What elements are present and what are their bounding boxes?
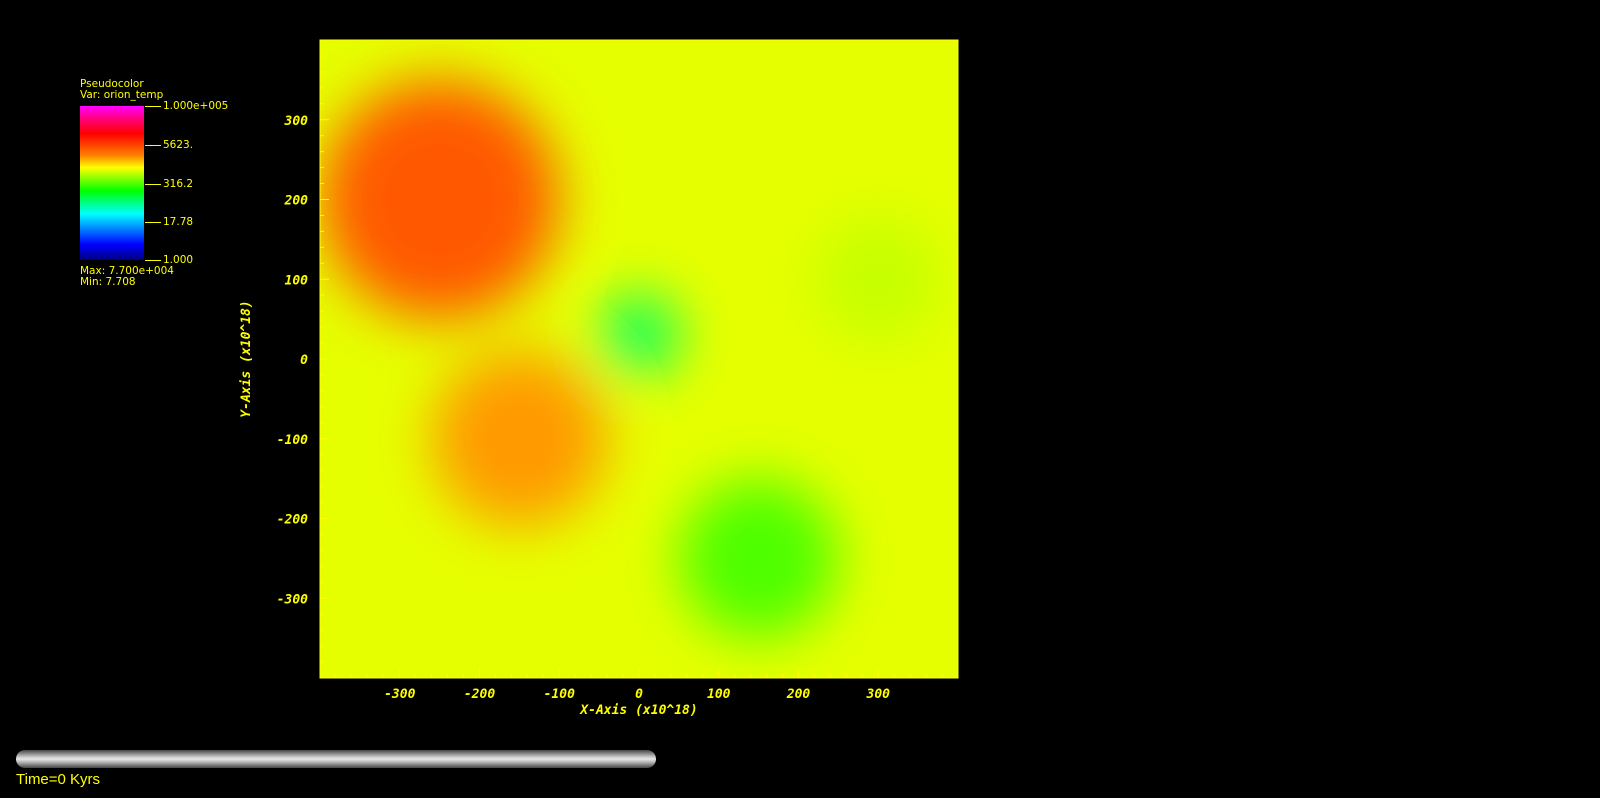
y-tick-label: -100 xyxy=(277,433,308,448)
heatmap-feature xyxy=(431,351,608,527)
y-tick-label: 0 xyxy=(300,353,308,368)
y-tick-label: -200 xyxy=(277,513,308,528)
heatmap-feature xyxy=(320,79,560,320)
y-tick-label: 100 xyxy=(285,273,309,288)
time-label: Time=0 Kyrs xyxy=(16,771,101,788)
x-tick-label: -200 xyxy=(464,687,495,702)
x-axis-label: X-Axis (x10^18) xyxy=(579,703,697,718)
x-tick-label: 100 xyxy=(707,687,731,702)
heatmap-feature xyxy=(599,295,679,375)
x-tick-label: 0 xyxy=(635,687,643,702)
x-tick-label: 300 xyxy=(866,687,891,702)
x-tick-label: -300 xyxy=(384,687,415,702)
heatmap-feature xyxy=(678,478,839,639)
time-slider[interactable] xyxy=(16,750,656,768)
plot-canvas: -300 -200 -100 0 100 200 300 300 200 100 0 -100 -200… xyxy=(239,39,959,718)
y-axis-label: Y-Axis (x10^18) xyxy=(239,300,254,417)
x-tick-label: -100 xyxy=(544,687,575,702)
y-tick-label: 300 xyxy=(284,114,309,129)
heatmap-field xyxy=(320,40,958,678)
y-tick-label: -300 xyxy=(277,592,308,607)
x-tick-label: 200 xyxy=(786,687,811,702)
y-tick-label: 200 xyxy=(284,194,309,209)
heatmap-feature xyxy=(814,215,943,344)
